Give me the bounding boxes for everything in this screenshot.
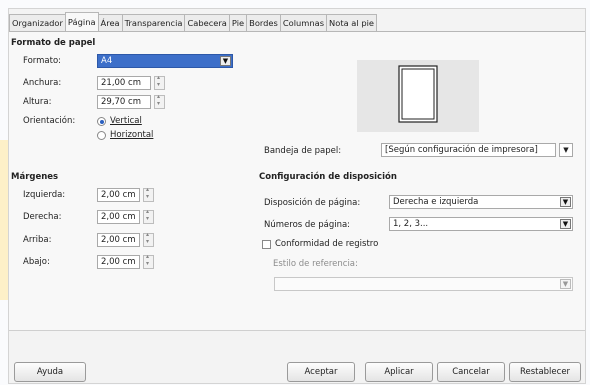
width-label: Anchura:: [23, 78, 62, 88]
horizontal-radio[interactable]: [97, 131, 106, 140]
page-layout-dropdown[interactable]: Derecha e izquierda ▼: [389, 195, 573, 209]
width-field[interactable]: 21,00 cm: [97, 76, 151, 90]
height-spin-icon[interactable]: [154, 93, 165, 109]
margin-top-field[interactable]: 2,00 cm: [97, 233, 140, 247]
tab-nota-al-pie[interactable]: Nota al pie: [326, 14, 378, 31]
reference-style-label: Estilo de referencia:: [273, 259, 358, 269]
width-spin-icon[interactable]: [154, 74, 165, 90]
page-preview-icon: [398, 65, 438, 123]
tray-label: Bandeja de papel:: [264, 146, 342, 156]
help-button[interactable]: Ayuda: [14, 362, 86, 382]
page-numbers-dropdown[interactable]: 1, 2, 3... ▼: [389, 217, 573, 231]
margin-left-spin-icon[interactable]: [143, 186, 154, 202]
tab-pagina[interactable]: Página: [64, 12, 99, 31]
dropdown-arrow-icon[interactable]: ▼: [220, 56, 231, 66]
height-field[interactable]: 29,70 cm: [97, 95, 151, 109]
horizontal-label[interactable]: Horizontal: [110, 130, 153, 140]
ok-button[interactable]: Aceptar: [287, 362, 355, 382]
margin-right-field[interactable]: 2,00 cm: [97, 210, 140, 224]
page-style-dialog: Organizador Página Área Transparencia Ca…: [8, 8, 586, 384]
margin-bottom-spin-icon[interactable]: [143, 253, 154, 269]
dropdown-arrow-icon[interactable]: ▼: [560, 279, 571, 289]
page-preview: [357, 60, 479, 132]
margin-bottom-field[interactable]: 2,00 cm: [97, 255, 140, 269]
tray-dropdown-arrow-icon[interactable]: ▼: [559, 143, 573, 157]
apply-button[interactable]: Aplicar: [365, 362, 433, 382]
reference-style-dropdown[interactable]: ▼: [274, 277, 573, 291]
tab-transparencia[interactable]: Transparencia: [121, 14, 186, 31]
page-layout-value: Derecha e izquierda: [393, 197, 479, 207]
tab-organizador[interactable]: Organizador: [9, 14, 66, 31]
dropdown-arrow-icon[interactable]: ▼: [560, 197, 571, 207]
register-checkbox[interactable]: [262, 240, 271, 249]
tab-bar: Organizador Página Área Transparencia Ca…: [9, 12, 378, 32]
margin-right-label: Derecha:: [23, 212, 62, 222]
register-label[interactable]: Conformidad de registro: [275, 239, 378, 249]
page-layout-label: Disposición de página:: [264, 198, 361, 208]
tab-pie[interactable]: Pie: [228, 14, 248, 31]
margin-left-field[interactable]: 2,00 cm: [97, 188, 140, 202]
height-label: Altura:: [23, 97, 52, 107]
margins-heading: Márgenes: [11, 172, 59, 182]
vertical-label[interactable]: Vertical: [110, 116, 142, 126]
margin-left-label: Izquierda:: [23, 190, 66, 200]
format-dropdown[interactable]: A4 ▼: [97, 54, 233, 68]
tab-columnas[interactable]: Columnas: [279, 14, 328, 31]
margin-right-spin-icon[interactable]: [143, 208, 154, 224]
format-label: Formato:: [23, 56, 62, 66]
paper-format-heading: Formato de papel: [11, 38, 96, 48]
tab-panel-pagina: Formato de papel Formato: A4 ▼ Anchura: …: [9, 31, 585, 331]
layout-heading: Configuración de disposición: [259, 172, 397, 182]
margin-top-label: Arriba:: [23, 235, 52, 245]
vertical-radio[interactable]: [97, 117, 106, 126]
tab-bordes[interactable]: Bordes: [246, 14, 281, 31]
dropdown-arrow-icon[interactable]: ▼: [560, 219, 571, 229]
page-numbers-label: Números de página:: [264, 220, 351, 230]
page-numbers-value: 1, 2, 3...: [393, 219, 429, 229]
reset-button[interactable]: Restablecer: [509, 362, 581, 382]
format-value: A4: [101, 56, 113, 66]
margin-top-spin-icon[interactable]: [143, 231, 154, 247]
tab-area[interactable]: Área: [97, 14, 123, 31]
orientation-label: Orientación:: [23, 116, 76, 126]
tray-dropdown[interactable]: [Según configuración de impresora]: [381, 143, 556, 157]
margin-bottom-label: Abajo:: [23, 257, 50, 267]
cancel-button[interactable]: Cancelar: [437, 362, 505, 382]
tab-cabecera[interactable]: Cabecera: [184, 14, 230, 31]
